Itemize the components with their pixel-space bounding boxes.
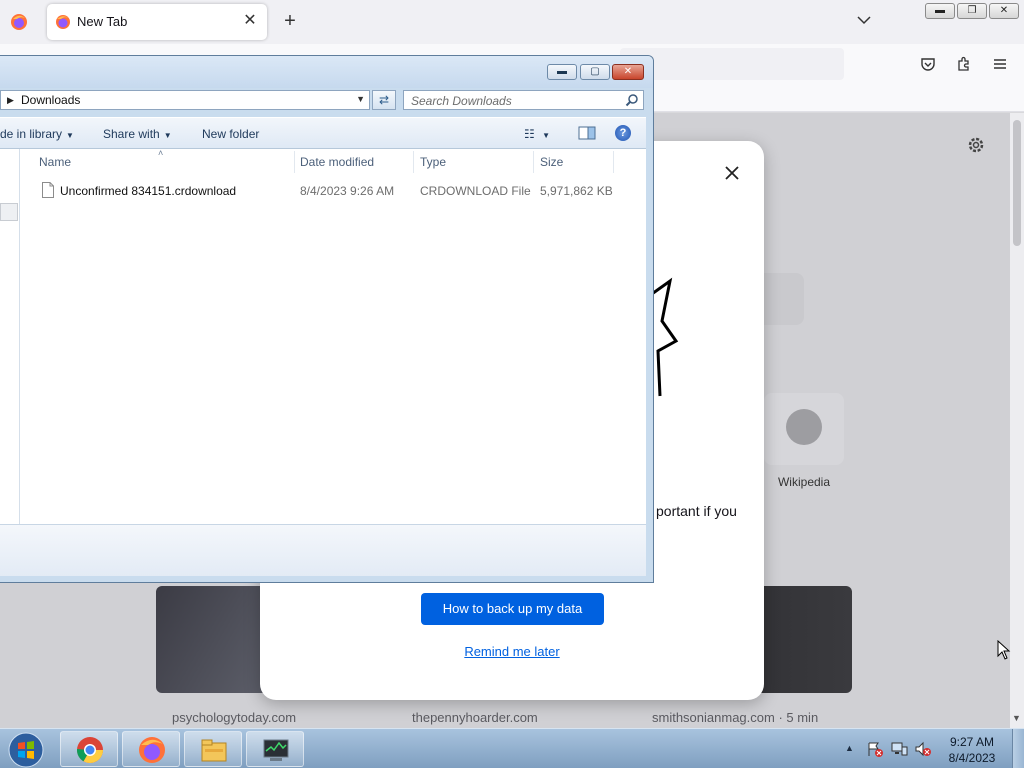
address-bar[interactable]: ▶ Downloads ▼: [0, 90, 370, 110]
taskbar-firefox[interactable]: [122, 731, 180, 767]
browser-tab-bar: New Tab ✕ + ▬ ❐ ✕: [0, 0, 1024, 44]
scroll-down-icon[interactable]: ▼: [1012, 713, 1022, 723]
minimize-button[interactable]: ▬: [547, 64, 577, 80]
file-name: Unconfirmed 834151.crdownload: [60, 184, 237, 198]
volume-muted-icon[interactable]: [914, 741, 932, 757]
file-date: 8/4/2023 9:26 AM: [300, 184, 395, 198]
breadcrumb[interactable]: Downloads: [21, 93, 80, 107]
story-source: smithsonianmag.com · 5 min: [652, 710, 819, 725]
sort-ascending-icon: ˄: [158, 148, 164, 158]
file-list-pane: ˄ Name Date modified Type Size Unconfirm…: [0, 148, 646, 524]
wikipedia-icon: [786, 409, 822, 445]
clock-time: 9:27 AM: [949, 735, 995, 749]
navigation-pane: [0, 149, 20, 524]
change-view-button[interactable]: ☷ ▼: [524, 127, 550, 141]
action-center-flag-icon[interactable]: [866, 741, 884, 757]
firefox-icon: [56, 15, 70, 29]
show-desktop-button[interactable]: [1012, 729, 1024, 768]
pocket-icon[interactable]: [920, 56, 936, 72]
maximize-button[interactable]: ▢: [580, 64, 610, 80]
column-header-name[interactable]: Name: [39, 155, 71, 169]
file-row[interactable]: Unconfirmed 834151.crdownload 8/4/2023 9…: [20, 177, 620, 203]
file-icon: [42, 182, 54, 198]
chevron-down-icon[interactable]: [856, 12, 872, 28]
column-header-size[interactable]: Size: [540, 155, 563, 169]
include-in-library-label: de in library: [0, 127, 63, 141]
top-site-label: Wikipedia: [777, 475, 831, 489]
scrollbar-thumb[interactable]: [1013, 120, 1021, 246]
details-pane: [0, 524, 646, 576]
mouse-cursor-icon: [997, 640, 1011, 660]
restore-button[interactable]: ❐: [957, 3, 987, 19]
explorer-title-bar[interactable]: ▬ ▢ ✕: [0, 56, 653, 88]
refresh-button[interactable]: ⇄: [372, 90, 396, 110]
tab-new-tab[interactable]: New Tab ✕: [47, 4, 267, 40]
search-icon[interactable]: [625, 93, 639, 107]
scrollbar[interactable]: [628, 149, 646, 524]
include-in-library-button[interactable]: de in library ▼: [0, 127, 74, 141]
extensions-icon[interactable]: [956, 56, 972, 72]
story-source: psychologytoday.com: [172, 710, 297, 725]
system-clock[interactable]: 9:27 AM 8/4/2023: [936, 734, 1008, 766]
share-with-label: Share with: [103, 127, 160, 141]
dialog-body-text: portant if you: [656, 503, 737, 519]
breadcrumb-arrow-icon[interactable]: ▶: [7, 95, 14, 106]
taskbar: ▲ 9:27 AM 8/4/2023: [0, 728, 1024, 768]
command-bar: de in library ▼ Share with ▼ New folder ☷ …: [0, 117, 646, 149]
new-tab-button[interactable]: +: [280, 10, 300, 32]
backup-data-button[interactable]: How to back up my data: [421, 593, 604, 625]
remind-later-link[interactable]: Remind me later: [462, 644, 562, 659]
file-size: 5,971,862 KB: [540, 184, 613, 198]
navigation-item[interactable]: [0, 203, 18, 221]
hamburger-menu-icon[interactable]: [992, 56, 1008, 72]
firefox-icon: [139, 737, 165, 763]
column-divider[interactable]: [613, 151, 614, 173]
task-manager-icon: [263, 739, 289, 761]
close-window-button[interactable]: ✕: [989, 3, 1019, 19]
taskbar-file-explorer[interactable]: [184, 731, 242, 767]
minimize-button[interactable]: ▬: [925, 3, 955, 19]
gear-icon[interactable]: [966, 135, 986, 155]
column-divider[interactable]: [294, 151, 295, 173]
network-icon[interactable]: [890, 741, 908, 757]
new-folder-button[interactable]: New folder: [202, 127, 259, 141]
taskbar-task-manager[interactable]: [246, 731, 304, 767]
dropdown-arrow-icon: ▼: [163, 131, 172, 140]
close-icon[interactable]: [720, 161, 744, 185]
column-header-type[interactable]: Type: [420, 155, 446, 169]
firefox-view-icon[interactable]: [10, 13, 28, 31]
search-input[interactable]: Search Downloads: [403, 90, 644, 110]
column-divider[interactable]: [533, 151, 534, 173]
chevron-down-icon[interactable]: ▼: [356, 94, 365, 104]
search-placeholder: Search Downloads: [411, 94, 512, 108]
column-header-date[interactable]: Date modified: [300, 155, 374, 169]
dropdown-arrow-icon: ▼: [66, 131, 74, 140]
close-button[interactable]: ✕: [612, 64, 644, 80]
file-type: CRDOWNLOAD File: [420, 184, 531, 198]
share-with-button[interactable]: Share with ▼: [103, 127, 172, 141]
story-source: thepennyhoarder.com: [412, 710, 538, 725]
tab-title: New Tab: [77, 14, 128, 29]
preview-pane-icon[interactable]: [578, 126, 596, 140]
column-divider[interactable]: [413, 151, 414, 173]
close-tab-icon[interactable]: ✕: [241, 12, 259, 30]
help-icon[interactable]: ?: [615, 125, 631, 141]
clock-date: 8/4/2023: [948, 751, 996, 765]
start-button[interactable]: [6, 731, 46, 768]
chrome-icon: [76, 737, 104, 764]
file-explorer-icon: [201, 739, 227, 762]
explorer-window: ▬ ▢ ✕ ▶ Downloads ▼ ⇄ Search Downloads d…: [0, 55, 654, 583]
dropdown-arrow-icon: ▼: [542, 131, 551, 140]
show-hidden-icons-icon[interactable]: ▲: [845, 743, 854, 753]
taskbar-chrome[interactable]: [60, 731, 118, 767]
